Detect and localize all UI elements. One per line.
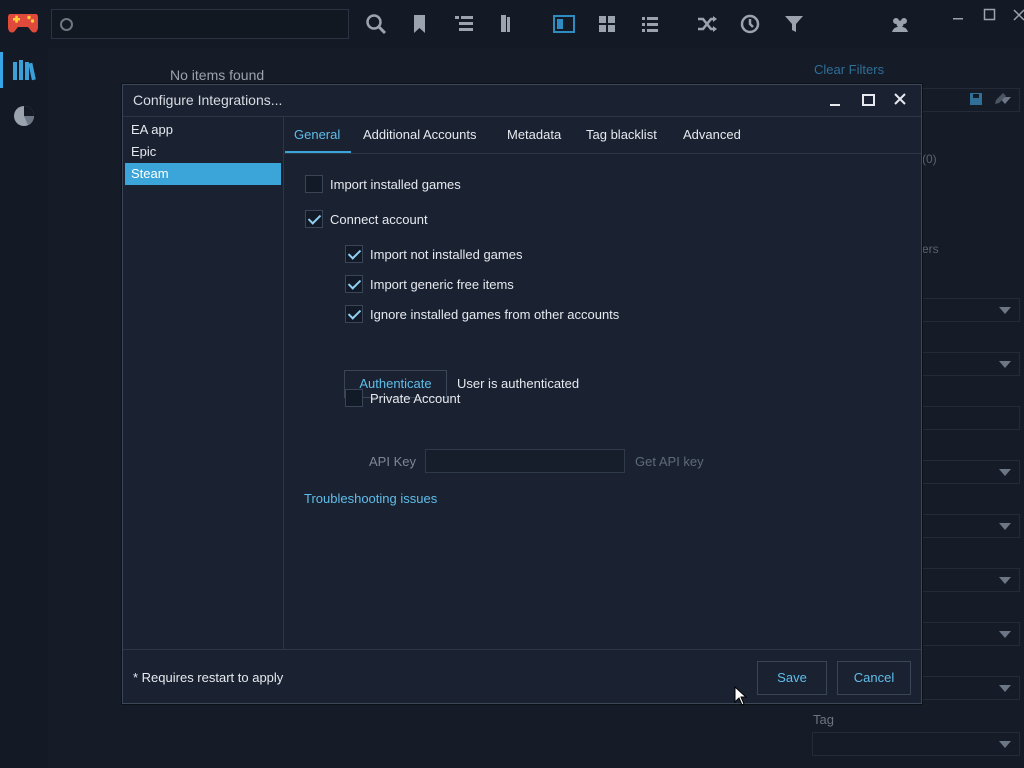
restart-note: * Requires restart to apply bbox=[133, 670, 284, 685]
friends-icon[interactable] bbox=[888, 12, 912, 36]
import-free-items-checkbox[interactable] bbox=[345, 275, 363, 293]
import-free-items-label[interactable]: Import generic free items bbox=[370, 277, 514, 292]
maximize-window-icon[interactable] bbox=[981, 6, 999, 24]
grid-view-icon[interactable] bbox=[595, 12, 619, 36]
import-installed-checkbox[interactable] bbox=[305, 175, 323, 193]
no-items-text: No items found bbox=[170, 67, 265, 83]
dialog-body: EA app Epic Steam General Additional Acc… bbox=[123, 116, 921, 649]
tab-tag-blacklist[interactable]: Tag blacklist bbox=[586, 127, 657, 142]
search-icon bbox=[60, 18, 73, 31]
sidebar-active-indicator bbox=[0, 52, 3, 88]
api-key-label: API Key bbox=[369, 454, 416, 469]
settings-tabs: General Additional Accounts Metadata Tag… bbox=[284, 117, 921, 154]
connect-account-checkbox[interactable] bbox=[305, 210, 323, 228]
edit-preset-icon[interactable] bbox=[992, 91, 1008, 107]
checkmark-icon bbox=[307, 211, 322, 225]
troubleshooting-link[interactable]: Troubleshooting issues bbox=[304, 491, 437, 506]
maximize-icon[interactable] bbox=[856, 89, 880, 111]
ignore-other-accounts-label[interactable]: Ignore installed games from other accoun… bbox=[370, 307, 619, 322]
configure-integrations-dialog: Configure Integrations... EA app Epic St… bbox=[122, 84, 922, 704]
import-installed-label[interactable]: Import installed games bbox=[330, 177, 461, 192]
integration-item-steam[interactable]: Steam bbox=[125, 163, 281, 185]
close-window-icon[interactable] bbox=[1010, 6, 1024, 24]
bookmark-icon[interactable] bbox=[408, 12, 432, 36]
library-icon[interactable] bbox=[10, 56, 38, 84]
active-tab-indicator bbox=[285, 151, 351, 153]
sort-icon[interactable] bbox=[494, 12, 518, 36]
import-not-installed-label[interactable]: Import not installed games bbox=[370, 247, 522, 262]
connect-account-label[interactable]: Connect account bbox=[330, 212, 428, 227]
minimize-window-icon[interactable] bbox=[949, 6, 967, 24]
tag-filter-label: Tag bbox=[813, 712, 834, 727]
import-not-installed-checkbox[interactable] bbox=[345, 245, 363, 263]
close-icon[interactable] bbox=[888, 89, 912, 111]
private-account-label[interactable]: Private Account bbox=[370, 391, 460, 406]
minimize-icon[interactable] bbox=[823, 89, 847, 111]
mouse-cursor-icon bbox=[734, 686, 748, 706]
left-sidebar bbox=[0, 48, 48, 768]
private-account-checkbox[interactable] bbox=[345, 389, 363, 407]
integrations-list: EA app Epic Steam bbox=[123, 117, 284, 649]
top-toolbar bbox=[0, 0, 1024, 48]
dialog-title: Configure Integrations... bbox=[133, 92, 283, 108]
checkmark-icon bbox=[347, 276, 362, 290]
statistics-icon[interactable] bbox=[10, 102, 38, 130]
filter-icon[interactable] bbox=[782, 12, 806, 36]
shuffle-icon[interactable] bbox=[695, 12, 719, 36]
search-input[interactable] bbox=[51, 9, 349, 39]
checkmark-icon bbox=[347, 246, 362, 260]
ignore-other-accounts-checkbox[interactable] bbox=[345, 305, 363, 323]
background-label-fragment: ers bbox=[922, 242, 939, 256]
tag-filter-dropdown[interactable] bbox=[812, 732, 1020, 756]
tab-metadata[interactable]: Metadata bbox=[507, 127, 561, 142]
api-key-input[interactable] bbox=[425, 449, 625, 473]
tab-general[interactable]: General bbox=[294, 127, 340, 142]
integration-item-ea-app[interactable]: EA app bbox=[125, 119, 281, 141]
details-view-icon[interactable] bbox=[552, 12, 576, 36]
save-preset-icon[interactable] bbox=[968, 91, 984, 107]
list-details-icon[interactable] bbox=[452, 12, 476, 36]
cancel-button[interactable]: Cancel bbox=[837, 661, 911, 695]
dialog-footer: * Requires restart to apply Save Cancel bbox=[123, 649, 921, 704]
tab-additional-accounts[interactable]: Additional Accounts bbox=[363, 127, 476, 142]
tab-advanced[interactable]: Advanced bbox=[683, 127, 741, 142]
integration-item-epic[interactable]: Epic bbox=[125, 141, 281, 163]
search-icon[interactable] bbox=[364, 12, 388, 36]
playnite-logo-icon[interactable] bbox=[6, 8, 40, 36]
list-view-icon[interactable] bbox=[638, 12, 662, 36]
explorer-icon[interactable] bbox=[738, 12, 762, 36]
checkmark-icon bbox=[347, 306, 362, 320]
background-count-text: (0) bbox=[922, 152, 937, 166]
save-button[interactable]: Save bbox=[757, 661, 827, 695]
get-api-key-link[interactable]: Get API key bbox=[635, 454, 704, 469]
clear-filters-link[interactable]: Clear Filters bbox=[814, 62, 884, 77]
auth-status-text: User is authenticated bbox=[457, 376, 580, 391]
